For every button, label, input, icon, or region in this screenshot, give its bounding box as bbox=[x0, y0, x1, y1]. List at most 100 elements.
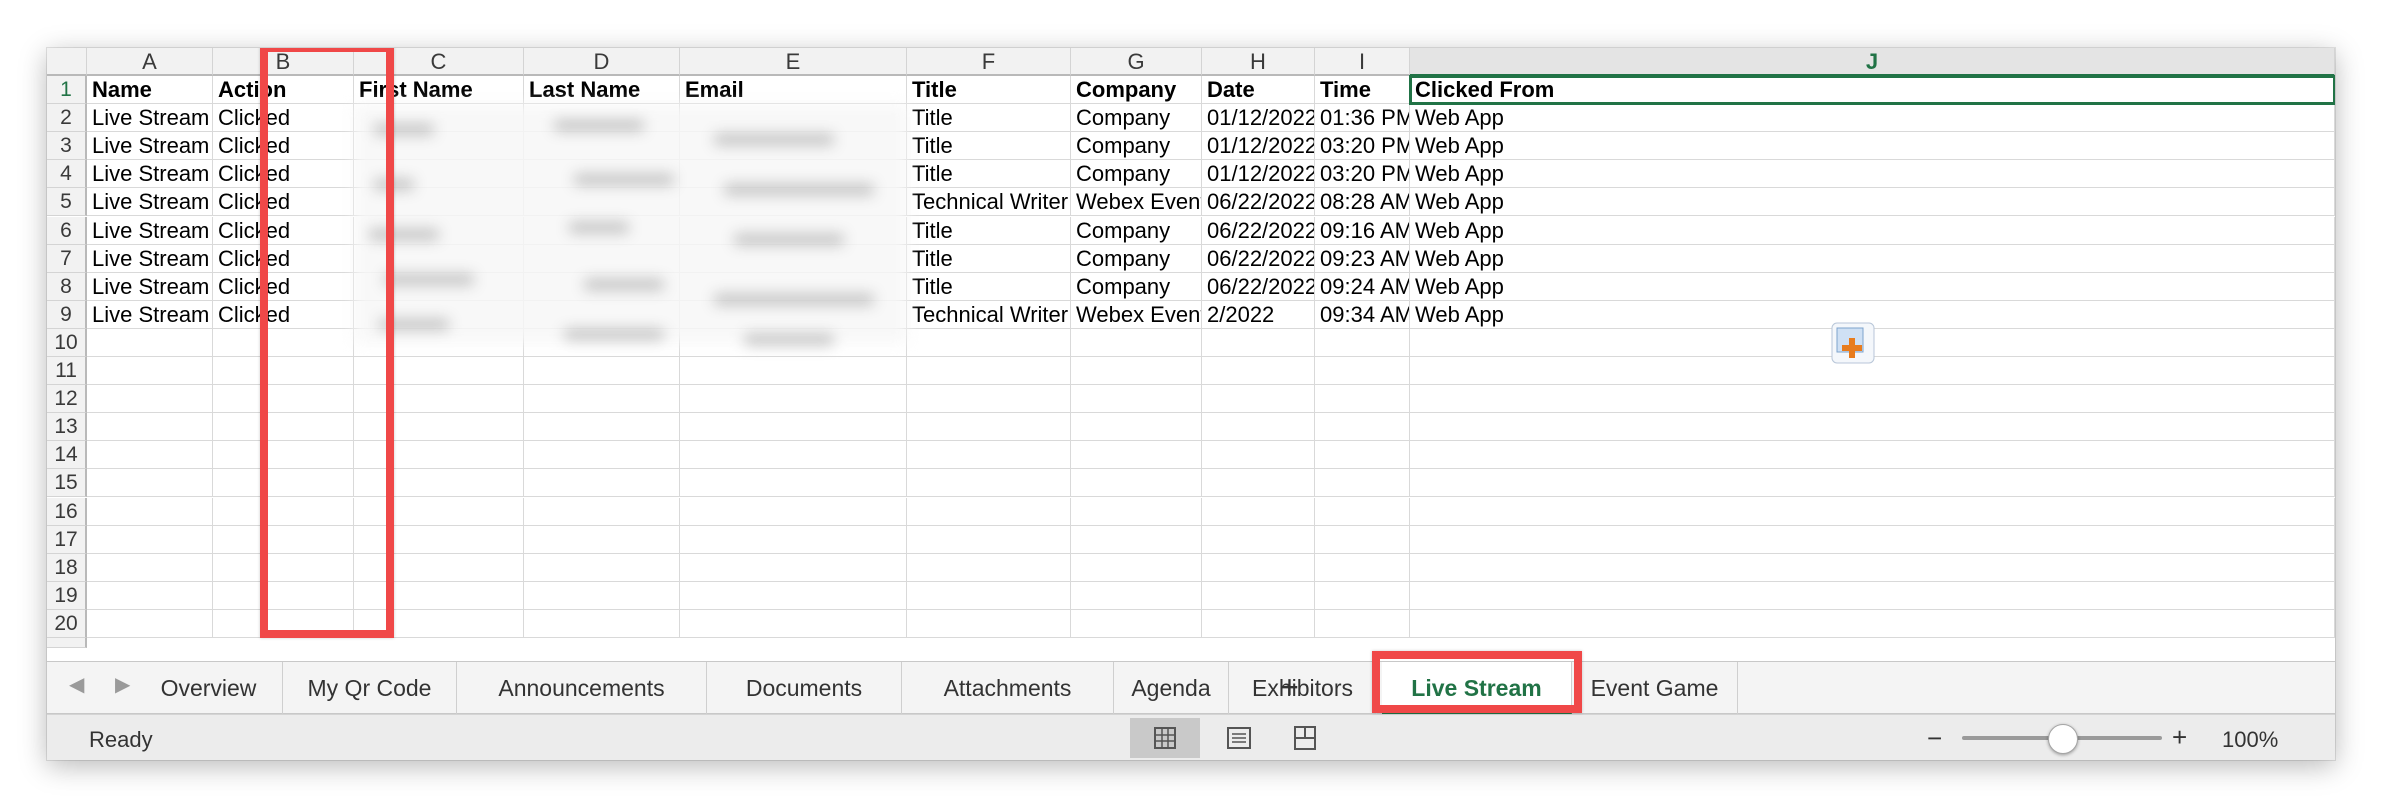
cell-b3[interactable]: Clicked bbox=[213, 132, 354, 161]
cell-a19[interactable] bbox=[87, 581, 213, 610]
triangle-left-icon[interactable]: ◀ bbox=[69, 672, 84, 697]
cell-d20[interactable] bbox=[524, 609, 680, 638]
cell-a20[interactable] bbox=[87, 609, 213, 638]
cell-b1[interactable]: Action bbox=[213, 76, 354, 105]
cell-j6[interactable]: Web App bbox=[1410, 216, 2335, 245]
sheet-tab-my-qr-code[interactable]: My Qr Code bbox=[283, 662, 457, 714]
cell-j15[interactable] bbox=[1410, 469, 2335, 498]
cell-b17[interactable] bbox=[213, 525, 354, 554]
cell-j5[interactable]: Web App bbox=[1410, 188, 2335, 217]
cell-i17[interactable] bbox=[1315, 525, 1410, 554]
cell-h2[interactable]: 01/12/2022 bbox=[1202, 104, 1315, 133]
cell-a7[interactable]: Live Stream bbox=[87, 244, 213, 273]
cell-g17[interactable] bbox=[1071, 525, 1202, 554]
zoom-slider-thumb[interactable] bbox=[2048, 724, 2078, 754]
column-header-c[interactable]: C bbox=[354, 48, 524, 76]
cell-g20[interactable] bbox=[1071, 609, 1202, 638]
cell-g14[interactable] bbox=[1071, 441, 1202, 470]
cell-c20[interactable] bbox=[354, 609, 524, 638]
column-header-i[interactable]: I bbox=[1315, 48, 1410, 76]
cell-a3[interactable]: Live Stream bbox=[87, 132, 213, 161]
zoom-slider[interactable] bbox=[1962, 724, 2162, 754]
sheet-tab-event-game[interactable]: Event Game bbox=[1572, 662, 1738, 714]
cell-h16[interactable] bbox=[1202, 497, 1315, 526]
cell-i3[interactable]: 03:20 PM bbox=[1315, 132, 1410, 161]
cell-h14[interactable] bbox=[1202, 441, 1315, 470]
cell-f15[interactable] bbox=[907, 469, 1071, 498]
column-header-b[interactable]: B bbox=[213, 48, 354, 76]
cell-i18[interactable] bbox=[1315, 553, 1410, 582]
cell-a2[interactable]: Live Stream bbox=[87, 104, 213, 133]
cell-g12[interactable] bbox=[1071, 385, 1202, 414]
cell-i12[interactable] bbox=[1315, 385, 1410, 414]
select-all-corner[interactable] bbox=[47, 48, 87, 76]
cell-a9[interactable]: Live Stream bbox=[87, 300, 213, 329]
row-header-14[interactable]: 14 bbox=[47, 441, 87, 470]
cell-d15[interactable] bbox=[524, 469, 680, 498]
zoom-level[interactable]: 100% bbox=[2222, 727, 2278, 753]
row-header-5[interactable]: 5 bbox=[47, 188, 87, 217]
cell-b6[interactable]: Clicked bbox=[213, 216, 354, 245]
cell-f16[interactable] bbox=[907, 497, 1071, 526]
cell-b14[interactable] bbox=[213, 441, 354, 470]
cell-h18[interactable] bbox=[1202, 553, 1315, 582]
cell-c13[interactable] bbox=[354, 413, 524, 442]
cell-h17[interactable] bbox=[1202, 525, 1315, 554]
page-break-button[interactable] bbox=[1273, 718, 1343, 758]
cell-f20[interactable] bbox=[907, 609, 1071, 638]
cell-d11[interactable] bbox=[524, 357, 680, 386]
cell-f6[interactable]: Title bbox=[907, 216, 1071, 245]
row-header-12[interactable]: 12 bbox=[47, 385, 87, 414]
cell-a17[interactable] bbox=[87, 525, 213, 554]
sheet-tab-overview[interactable]: Overview bbox=[135, 662, 283, 714]
cell-i11[interactable] bbox=[1315, 357, 1410, 386]
cell-i6[interactable]: 09:16 AM bbox=[1315, 216, 1410, 245]
cell-c17[interactable] bbox=[354, 525, 524, 554]
cell-h4[interactable]: 01/12/2022 bbox=[1202, 160, 1315, 189]
cell-d16[interactable] bbox=[524, 497, 680, 526]
cell-h13[interactable] bbox=[1202, 413, 1315, 442]
cell-i14[interactable] bbox=[1315, 441, 1410, 470]
cell-h3[interactable]: 01/12/2022 bbox=[1202, 132, 1315, 161]
cell-g15[interactable] bbox=[1071, 469, 1202, 498]
cell-h5[interactable]: 06/22/2022 bbox=[1202, 188, 1315, 217]
cell-b18[interactable] bbox=[213, 553, 354, 582]
cell-b9[interactable]: Clicked bbox=[213, 300, 354, 329]
sheet-tab-announcements[interactable]: Announcements bbox=[457, 662, 707, 714]
cell-a4[interactable]: Live Stream bbox=[87, 160, 213, 189]
cell-f17[interactable] bbox=[907, 525, 1071, 554]
cell-f11[interactable] bbox=[907, 357, 1071, 386]
cell-c12[interactable] bbox=[354, 385, 524, 414]
cell-g2[interactable]: Company bbox=[1071, 104, 1202, 133]
row-header-9[interactable]: 9 bbox=[47, 300, 87, 329]
cell-e13[interactable] bbox=[680, 413, 907, 442]
cell-h15[interactable] bbox=[1202, 469, 1315, 498]
cell-j7[interactable]: Web App bbox=[1410, 244, 2335, 273]
cell-i4[interactable]: 03:20 PM bbox=[1315, 160, 1410, 189]
cell-e14[interactable] bbox=[680, 441, 907, 470]
cell-b11[interactable] bbox=[213, 357, 354, 386]
normal-view-button[interactable] bbox=[1130, 718, 1200, 758]
cell-e18[interactable] bbox=[680, 553, 907, 582]
cell-j1[interactable]: Clicked From bbox=[1410, 76, 2335, 105]
row-header-17[interactable]: 17 bbox=[47, 525, 87, 554]
cell-i15[interactable] bbox=[1315, 469, 1410, 498]
cell-g19[interactable] bbox=[1071, 581, 1202, 610]
cell-h7[interactable]: 06/22/2022 bbox=[1202, 244, 1315, 273]
cell-a12[interactable] bbox=[87, 385, 213, 414]
cell-a8[interactable]: Live Stream bbox=[87, 272, 213, 301]
column-header-f[interactable]: F bbox=[907, 48, 1071, 76]
cell-j19[interactable] bbox=[1410, 581, 2335, 610]
cell-h1[interactable]: Date bbox=[1202, 76, 1315, 105]
column-header-d[interactable]: D bbox=[524, 48, 680, 76]
row-header-11[interactable]: 11 bbox=[47, 357, 87, 386]
row-header-1[interactable]: 1 bbox=[47, 76, 87, 105]
cell-b5[interactable]: Clicked bbox=[213, 188, 354, 217]
cell-c11[interactable] bbox=[354, 357, 524, 386]
row-header-8[interactable]: 8 bbox=[47, 272, 87, 301]
cell-f12[interactable] bbox=[907, 385, 1071, 414]
cell-h9[interactable]: 2/2022 bbox=[1202, 300, 1315, 329]
cell-c1[interactable]: First Name bbox=[354, 76, 524, 105]
sheet-tab-attachments[interactable]: Attachments bbox=[902, 662, 1114, 714]
cell-e19[interactable] bbox=[680, 581, 907, 610]
